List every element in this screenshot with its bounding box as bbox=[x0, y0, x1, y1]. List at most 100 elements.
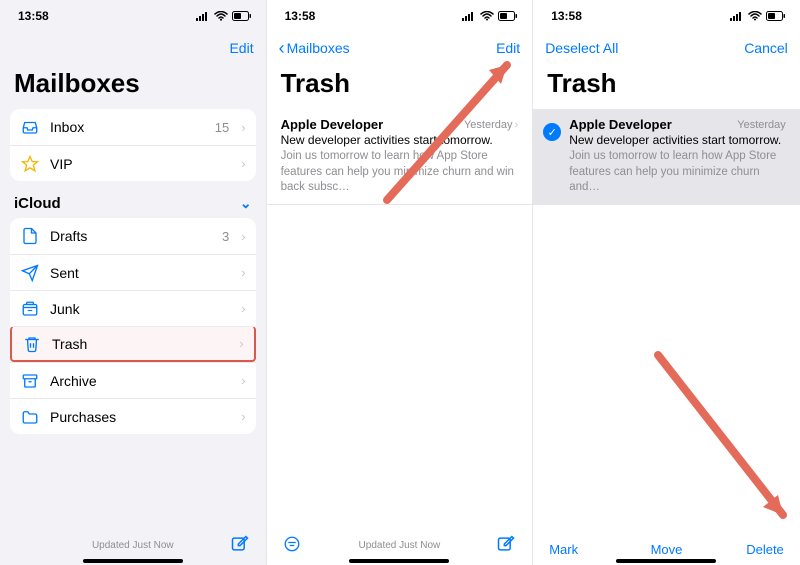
nav-bar: Deselect All Cancel bbox=[533, 32, 800, 64]
inbox-icon bbox=[20, 118, 40, 136]
status-icons bbox=[196, 11, 252, 21]
folder-trash[interactable]: Trash › bbox=[10, 326, 256, 362]
status-text: Updated Just Now bbox=[92, 540, 174, 551]
sent-icon bbox=[20, 264, 40, 282]
wifi-icon bbox=[480, 11, 494, 21]
chevron-right-icon: › bbox=[515, 119, 519, 131]
message-preview: Join us tomorrow to learn how App Store … bbox=[281, 149, 519, 204]
status-time: 13:58 bbox=[551, 9, 582, 23]
message-row-selected[interactable]: ✓ Apple Developer Yesterday New develope… bbox=[533, 109, 800, 205]
page-title: Trash bbox=[533, 64, 800, 109]
annotation-arrow bbox=[648, 345, 798, 535]
back-label: Mailboxes bbox=[287, 40, 350, 56]
chevron-down-icon: ⌄ bbox=[240, 195, 252, 212]
wifi-icon bbox=[748, 11, 762, 21]
folder-label: Drafts bbox=[50, 228, 212, 244]
message-date: Yesterday bbox=[737, 119, 786, 131]
nav-bar: Edit bbox=[0, 32, 266, 64]
page-title: Mailboxes bbox=[0, 64, 266, 109]
message-sender: Apple Developer bbox=[281, 117, 384, 132]
home-indicator bbox=[83, 559, 183, 563]
chevron-right-icon: › bbox=[241, 265, 245, 280]
message-row[interactable]: Apple Developer Yesterday› New developer… bbox=[267, 109, 533, 205]
status-bar: 13:58 bbox=[267, 0, 533, 32]
folder-label: Trash bbox=[52, 336, 229, 352]
chevron-left-icon: ‹ bbox=[279, 38, 285, 59]
folder-sent[interactable]: Sent › bbox=[10, 254, 256, 290]
compose-button[interactable] bbox=[496, 534, 516, 557]
compose-button[interactable] bbox=[230, 534, 250, 557]
bottom-toolbar: Updated Just Now bbox=[267, 534, 533, 557]
folder-label: Archive bbox=[50, 373, 231, 389]
section-header-icloud[interactable]: iCloud ⌄ bbox=[0, 181, 266, 218]
chevron-right-icon: › bbox=[241, 301, 245, 316]
message-preview: Join us tomorrow to learn how App Store … bbox=[569, 149, 786, 204]
section-label: iCloud bbox=[14, 195, 61, 212]
archive-icon bbox=[20, 372, 40, 390]
folder-junk[interactable]: Junk › bbox=[10, 290, 256, 326]
folder-label: Purchases bbox=[50, 409, 231, 425]
signal-icon bbox=[196, 11, 210, 21]
status-text: Updated Just Now bbox=[359, 540, 441, 551]
status-bar: 13:58 bbox=[0, 0, 266, 32]
chevron-right-icon: › bbox=[241, 373, 245, 388]
chevron-right-icon: › bbox=[241, 229, 245, 244]
icloud-folders: Drafts 3 › Sent › Junk › Trash › Arc bbox=[10, 218, 256, 434]
battery-icon bbox=[498, 11, 518, 21]
nav-bar: ‹ Mailboxes Edit bbox=[267, 32, 533, 64]
message-date: Yesterday› bbox=[464, 119, 518, 131]
filter-button[interactable] bbox=[283, 535, 301, 556]
status-time: 13:58 bbox=[285, 9, 316, 23]
junk-icon bbox=[20, 300, 40, 318]
move-button[interactable]: Move bbox=[651, 542, 683, 557]
home-indicator bbox=[349, 559, 449, 563]
folder-label: Sent bbox=[50, 265, 231, 281]
star-icon bbox=[20, 155, 40, 173]
back-button[interactable]: ‹ Mailboxes bbox=[279, 38, 350, 59]
screen-trash-edit: 13:58 Deselect All Cancel Trash ✓ Apple … bbox=[533, 0, 800, 565]
mailbox-count: 15 bbox=[215, 120, 229, 135]
mailbox-label: Inbox bbox=[50, 119, 205, 135]
folder-purchases[interactable]: Purchases › bbox=[10, 398, 256, 434]
home-indicator bbox=[616, 559, 716, 563]
chevron-right-icon: › bbox=[239, 336, 243, 351]
chevron-right-icon: › bbox=[241, 120, 245, 135]
cancel-button[interactable]: Cancel bbox=[744, 40, 788, 56]
status-time: 13:58 bbox=[18, 9, 49, 23]
bottom-toolbar: Mark Move Delete bbox=[533, 542, 800, 557]
battery-icon bbox=[766, 11, 786, 21]
primary-mailboxes: Inbox 15 › VIP › bbox=[10, 109, 256, 181]
wifi-icon bbox=[214, 11, 228, 21]
screen-trash: 13:58 ‹ Mailboxes Edit Trash Apple Devel… bbox=[267, 0, 534, 565]
folder-archive[interactable]: Archive › bbox=[10, 362, 256, 398]
folder-count: 3 bbox=[222, 229, 229, 244]
signal-icon bbox=[462, 11, 476, 21]
mark-button[interactable]: Mark bbox=[549, 542, 578, 557]
status-icons bbox=[730, 11, 786, 21]
battery-icon bbox=[232, 11, 252, 21]
delete-button[interactable]: Delete bbox=[746, 542, 784, 557]
chevron-right-icon: › bbox=[241, 409, 245, 424]
mailbox-inbox[interactable]: Inbox 15 › bbox=[10, 109, 256, 145]
message-sender: Apple Developer bbox=[569, 117, 672, 132]
folder-label: Junk bbox=[50, 301, 231, 317]
mailbox-vip[interactable]: VIP › bbox=[10, 145, 256, 181]
drafts-icon bbox=[20, 227, 40, 245]
folder-drafts[interactable]: Drafts 3 › bbox=[10, 218, 256, 254]
message-subject: New developer activities start tomorrow. bbox=[569, 133, 786, 147]
message-subject: New developer activities start tomorrow. bbox=[281, 133, 519, 147]
edit-button[interactable]: Edit bbox=[229, 40, 253, 56]
folder-icon bbox=[20, 408, 40, 426]
bottom-toolbar: Updated Just Now bbox=[0, 534, 266, 557]
chevron-right-icon: › bbox=[241, 156, 245, 171]
checkmark-icon[interactable]: ✓ bbox=[543, 123, 561, 141]
mailbox-label: VIP bbox=[50, 156, 231, 172]
screen-mailboxes: 13:58 Edit Mailboxes Inbox 15 › VIP › bbox=[0, 0, 267, 565]
status-bar: 13:58 bbox=[533, 0, 800, 32]
edit-button[interactable]: Edit bbox=[496, 40, 520, 56]
trash-icon bbox=[22, 335, 42, 353]
deselect-all-button[interactable]: Deselect All bbox=[545, 40, 618, 56]
page-title: Trash bbox=[267, 64, 533, 109]
signal-icon bbox=[730, 11, 744, 21]
status-icons bbox=[462, 11, 518, 21]
